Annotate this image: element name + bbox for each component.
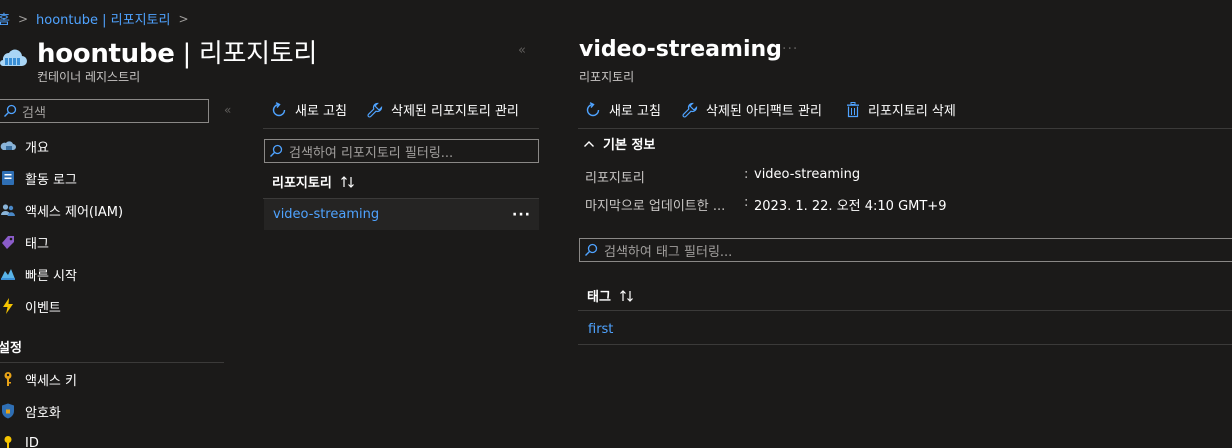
- property-colon: :: [744, 195, 749, 210]
- repo-filter-input[interactable]: 검색하여 리포지토리 필터링...: [264, 139, 539, 163]
- repo-link[interactable]: video-streaming: [273, 207, 379, 222]
- refresh-button[interactable]: 새로 고침: [271, 100, 347, 119]
- property-label: 리포지토리: [585, 171, 645, 186]
- resource-section: 리포지토리: [198, 39, 318, 69]
- essentials-label: 기본 정보: [603, 138, 656, 153]
- activity-log-icon: [0, 170, 16, 186]
- sidebar-item-events[interactable]: 이벤트: [0, 294, 61, 318]
- sidebar-item-quickstart[interactable]: 빠른 시작: [0, 262, 77, 286]
- property-label: 마지막으로 업데이트한 ...: [585, 199, 726, 214]
- detail-title: video-streaming: [579, 37, 782, 62]
- tag-filter-placeholder: 검색하여 태그 필터링...: [604, 244, 733, 260]
- people-iam-icon: [0, 202, 16, 218]
- refresh-button[interactable]: 새로 고침: [585, 100, 661, 119]
- sidebar-item-label: 빠른 시작: [25, 268, 77, 284]
- title-separator: |: [174, 39, 199, 69]
- refresh-label: 새로 고침: [295, 104, 347, 119]
- sidebar-item-encryption[interactable]: 암호화: [0, 399, 61, 423]
- breadcrumb-home[interactable]: 홈: [0, 9, 10, 28]
- page-title: hoontube | 리포지토리: [37, 33, 317, 70]
- key-icon: [0, 371, 16, 387]
- manage-deleted-artifacts-label: 삭제된 아티팩트 관리: [706, 104, 822, 119]
- tag-filter-input[interactable]: 검색하여 태그 필터링...: [579, 238, 1232, 262]
- divider: [0, 362, 224, 363]
- property-value: video-streaming: [754, 167, 861, 182]
- table-row[interactable]: video-streaming ···: [264, 199, 539, 230]
- shield-icon: [0, 403, 16, 419]
- detail-subtitle: 리포지토리: [579, 70, 635, 84]
- sidebar-item-label: 개요: [25, 140, 49, 156]
- identity-key-icon: [0, 435, 16, 448]
- container-registry-icon: [0, 46, 28, 70]
- search-icon: [584, 243, 598, 257]
- repo-column-header[interactable]: 리포지토리: [272, 172, 356, 191]
- delete-repository-label: 리포지토리 삭제: [868, 104, 956, 119]
- chevron-right-icon: >: [17, 11, 29, 26]
- sidebar-item-label: 액세스 키: [25, 373, 77, 389]
- sidebar-item-activity-log[interactable]: 활동 로그: [0, 166, 77, 190]
- search-icon: [3, 104, 17, 118]
- nav-search-input[interactable]: 검색: [0, 99, 209, 123]
- sidebar-item-label: 활동 로그: [25, 172, 77, 188]
- manage-deleted-repos-button[interactable]: 삭제된 리포지토리 관리: [367, 100, 519, 119]
- cloud-overview-icon: [0, 138, 16, 154]
- wrench-icon: [682, 102, 698, 118]
- refresh-label: 새로 고침: [609, 104, 661, 119]
- sidebar-item-label: 액세스 제어(IAM): [25, 204, 124, 220]
- sort-icon: [619, 289, 635, 303]
- manage-deleted-label: 삭제된 리포지토리 관리: [391, 104, 519, 119]
- sidebar-item-tags[interactable]: 태그: [0, 230, 49, 254]
- divider: [578, 344, 1232, 345]
- breadcrumb: 홈 > hoontube | 리포지토리 >: [0, 9, 197, 29]
- chevron-right-icon: >: [178, 11, 189, 26]
- sidebar-item-access-keys[interactable]: 액세스 키: [0, 367, 77, 391]
- collapse-panel-icon[interactable]: «: [518, 43, 526, 58]
- refresh-icon: [585, 101, 601, 118]
- essentials-toggle[interactable]: 기본 정보: [583, 134, 655, 153]
- collapse-nav-icon[interactable]: «: [224, 103, 231, 117]
- resource-type: 컨테이너 레지스트리: [37, 70, 141, 84]
- divider: [578, 128, 1232, 129]
- breadcrumb-current[interactable]: hoontube | 리포지토리: [36, 9, 170, 28]
- tag-column-header[interactable]: 태그: [587, 286, 635, 305]
- column-header-label: 태그: [587, 290, 611, 305]
- more-options-icon[interactable]: ···: [782, 41, 798, 57]
- divider: [263, 128, 539, 129]
- search-icon: [269, 144, 283, 158]
- sidebar-item-iam[interactable]: 액세스 제어(IAM): [0, 198, 123, 222]
- tag-icon: [0, 234, 16, 250]
- delete-repository-button[interactable]: 리포지토리 삭제: [846, 100, 956, 119]
- divider: [578, 310, 1232, 311]
- nav-search-placeholder: 검색: [22, 105, 46, 121]
- manage-deleted-artifacts-button[interactable]: 삭제된 아티팩트 관리: [682, 100, 822, 119]
- sidebar-item-identity[interactable]: ID: [0, 431, 39, 448]
- column-header-label: 리포지토리: [272, 176, 332, 191]
- sidebar-item-label: ID: [25, 435, 39, 448]
- property-value: 2023. 1. 22. 오전 4:10 GMT+9: [754, 199, 947, 214]
- sidebar-item-label: 암호화: [25, 405, 61, 421]
- sidebar-item-label: 이벤트: [25, 300, 61, 316]
- more-actions-icon[interactable]: ···: [512, 207, 531, 223]
- tag-link[interactable]: first: [588, 322, 613, 337]
- quickstart-icon: [0, 266, 16, 282]
- lightning-icon: [0, 298, 16, 314]
- sidebar-item-label: 태그: [25, 236, 49, 252]
- sort-icon: [340, 175, 356, 189]
- trash-icon: [846, 101, 860, 118]
- chevron-up-icon: [583, 139, 595, 149]
- wrench-icon: [367, 102, 383, 118]
- settings-section-header: 설정: [0, 341, 22, 356]
- resource-name: hoontube: [37, 39, 175, 69]
- repo-filter-placeholder: 검색하여 리포지토리 필터링...: [289, 145, 454, 161]
- property-colon: :: [744, 167, 749, 182]
- sidebar-item-overview[interactable]: 개요: [0, 134, 49, 158]
- refresh-icon: [271, 101, 287, 118]
